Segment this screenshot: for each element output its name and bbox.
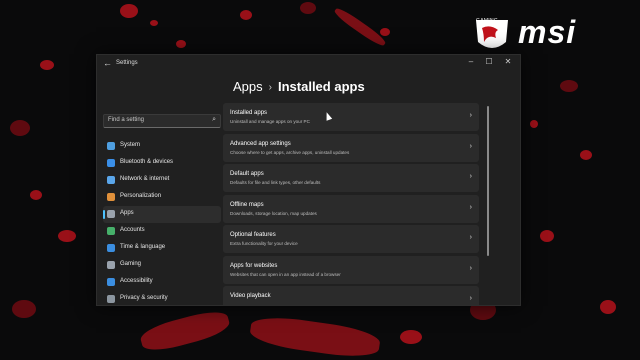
search-input[interactable]: Find a setting ⌕ <box>103 114 221 128</box>
sidebar-item-personalization[interactable]: Personalization <box>103 189 221 206</box>
search-icon: ⌕ <box>212 116 216 123</box>
card-default-apps[interactable]: Default apps Defaults for file and link t… <box>223 164 479 192</box>
brush-icon <box>107 193 115 201</box>
app-title: Settings <box>116 60 138 66</box>
sidebar-item-time-language[interactable]: Time & language <box>103 240 221 257</box>
chevron-right-icon: › <box>469 142 472 150</box>
maximize-button[interactable]: ☐ <box>483 57 495 66</box>
sidebar-item-bluetooth[interactable]: Bluetooth & devices <box>103 155 221 172</box>
settings-window: ← Settings – ☐ ✕ Apps › Installed apps Fin… <box>96 54 521 306</box>
title-bar: ← Settings – ☐ ✕ <box>97 55 520 73</box>
card-description: Extra functionality for your device <box>230 241 298 246</box>
clock-globe-icon <box>107 244 115 252</box>
chevron-right-icon: › <box>469 173 472 180</box>
card-offline-maps[interactable]: Offline maps Downloads, storage location,… <box>223 194 479 223</box>
sidebar-item-accessibility[interactable]: Accessibility <box>103 274 221 291</box>
card-apps-for-websites[interactable]: Apps for websites Websites that can open … <box>223 255 479 284</box>
card-title: Offline maps <box>230 201 264 208</box>
sidebar-item-label: Bluetooth & devices <box>120 159 174 165</box>
sidebar-item-label: Time & language <box>120 244 166 250</box>
sidebar-item-apps[interactable]: Apps <box>103 206 221 223</box>
card-video-playback[interactable]: Video playback › <box>223 286 479 305</box>
breadcrumb: Apps › Installed apps <box>233 79 365 94</box>
card-title: Advanced app settings <box>230 140 291 147</box>
card-title: Default apps <box>230 171 264 177</box>
apps-icon <box>107 210 115 218</box>
sidebar-item-network[interactable]: Network & internet <box>103 172 221 189</box>
bluetooth-icon <box>107 159 115 167</box>
chevron-right-icon: › <box>469 112 472 119</box>
close-button[interactable]: ✕ <box>502 57 514 66</box>
chevron-right-icon: › <box>469 203 472 211</box>
chevron-right-icon: › <box>469 234 472 241</box>
card-optional-features[interactable]: Optional features Extra functionality for… <box>223 225 479 253</box>
accessibility-icon <box>107 278 115 286</box>
chevron-right-icon: › <box>469 264 472 272</box>
shield-icon <box>107 295 115 303</box>
sidebar-item-label: Accounts <box>120 227 145 233</box>
sidebar-item-label: Personalization <box>120 193 162 199</box>
card-installed-apps[interactable]: Installed apps Uninstall and manage apps … <box>223 103 479 131</box>
sidebar-item-label: Gaming <box>120 261 142 267</box>
minimize-button[interactable]: – <box>465 57 477 66</box>
network-icon <box>107 176 115 184</box>
sidebar-item-system[interactable]: System <box>103 138 221 155</box>
sidebar-item-privacy-security[interactable]: Privacy & security <box>103 291 221 305</box>
breadcrumb-parent[interactable]: Apps <box>233 79 263 94</box>
system-icon <box>107 142 115 150</box>
sidebar-item-accounts[interactable]: Accounts <box>103 223 221 240</box>
settings-content: Installed apps Uninstall and manage apps … <box>223 103 479 305</box>
msi-logo: GAMING msi <box>472 14 620 56</box>
search-placeholder: Find a setting <box>108 117 145 123</box>
sidebar-item-gaming[interactable]: Gaming <box>103 257 221 274</box>
sidebar-nav: System Bluetooth & devices Network & int… <box>103 138 221 305</box>
card-title: Apps for websites <box>230 262 278 269</box>
card-title: Installed apps <box>230 110 268 116</box>
card-description: Uninstall and manage apps on your PC <box>230 119 310 124</box>
card-description: Downloads, storage location, map updates <box>230 210 317 216</box>
card-advanced-app-settings[interactable]: Advanced app settings Choose where to get… <box>223 133 479 162</box>
sidebar-item-label: Privacy & security <box>120 295 168 301</box>
sidebar-item-label: Apps <box>120 210 134 216</box>
back-arrow-icon[interactable]: ← <box>103 58 112 68</box>
chevron-right-icon: › <box>469 295 472 302</box>
page-title: Installed apps <box>277 79 365 94</box>
accounts-icon <box>107 227 115 235</box>
breadcrumb-separator: › <box>268 82 272 93</box>
card-title: Optional features <box>230 232 276 238</box>
gaming-icon <box>107 261 115 269</box>
card-description: Choose where to get apps, archive apps, … <box>230 149 350 155</box>
card-title: Video playback <box>230 293 271 299</box>
sidebar-item-label: Accessibility <box>120 278 153 284</box>
card-description: Websites that can open in an app instead… <box>230 271 341 277</box>
sidebar-item-label: System <box>120 142 141 148</box>
card-description: Defaults for file and link types, other … <box>230 180 321 185</box>
scrollbar[interactable] <box>487 106 489 256</box>
brand-wordmark: msi <box>518 14 577 50</box>
sidebar-item-label: Network & internet <box>120 176 170 182</box>
brand-subtitle: GAMING <box>476 18 499 24</box>
